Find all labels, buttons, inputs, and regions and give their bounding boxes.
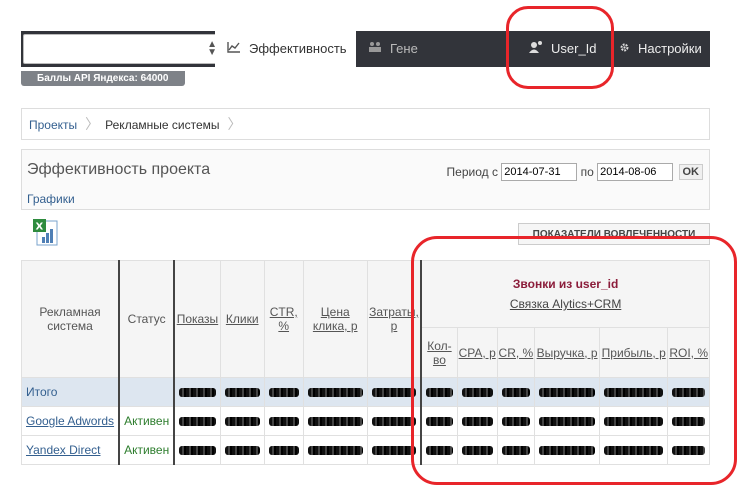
row-status: Активен (118, 435, 175, 465)
redacted-cell (263, 435, 304, 465)
redacted-cell (219, 435, 265, 465)
gear-icon (619, 31, 630, 67)
row-status: Активен (118, 406, 175, 436)
redacted-cell (173, 377, 221, 407)
project-panel: Эффективность проекта Графики Период с п… (21, 149, 710, 210)
tab-efficiency[interactable]: Эффективность (215, 31, 356, 67)
people-icon (368, 31, 382, 67)
date-from-input[interactable] (501, 163, 578, 181)
redacted-cell (302, 406, 368, 436)
redacted-cell (173, 406, 221, 436)
chart-line-icon (227, 31, 241, 67)
api-points-badge: Баллы API Яндекса: 64000 (21, 71, 185, 86)
row-status (118, 377, 175, 407)
breadcrumb-separator-icon: 〉 (85, 116, 100, 132)
charts-link[interactable]: Графики (27, 192, 75, 206)
highlight-user-id-annotation (506, 6, 614, 89)
tab-general[interactable]: Гене (356, 31, 421, 67)
breadcrumb-projects[interactable]: Проекты (29, 110, 77, 140)
page-title: Эффективность проекта (27, 161, 211, 178)
redacted-cell (219, 377, 265, 407)
period-filter: Период с по OK (447, 163, 703, 181)
redacted-cell (219, 406, 265, 436)
breadcrumb-separator-icon: 〉 (227, 116, 242, 132)
period-from-label: Период с (446, 165, 498, 179)
highlight-calls-annotation (411, 236, 737, 485)
tab-efficiency-label: Эффективность (249, 41, 347, 56)
period-to-label: по (580, 165, 594, 179)
row-system-link[interactable]: Google Adwords (21, 406, 120, 436)
col-impressions[interactable]: Показы (173, 260, 221, 378)
tab-settings-label: Настройки (638, 41, 702, 56)
excel-export-icon[interactable]: X (33, 219, 59, 247)
breadcrumb: Проекты 〉 Рекламные системы 〉 (21, 108, 710, 140)
project-select[interactable]: ▲ ▼ (23, 34, 226, 64)
tab-settings[interactable]: Настройки (613, 31, 710, 67)
ok-button[interactable]: OK (678, 164, 703, 180)
redacted-cell (263, 406, 304, 436)
row-system-link[interactable]: Yandex Direct (21, 435, 120, 465)
col-status: Статус (118, 260, 175, 378)
row-system-name: Итого (21, 377, 120, 407)
tab-general-label: Гене (390, 41, 418, 56)
svg-text:X: X (36, 222, 44, 233)
redacted-cell (263, 377, 304, 407)
date-to-input[interactable] (597, 163, 674, 181)
col-ctr[interactable]: CTR, % (263, 260, 304, 378)
col-cpc[interactable]: Цена клика, р (302, 260, 368, 378)
redacted-cell (302, 377, 368, 407)
col-clicks[interactable]: Клики (219, 260, 265, 378)
redacted-cell (173, 435, 221, 465)
col-system: Рекламная система (21, 260, 120, 378)
redacted-cell (302, 435, 368, 465)
breadcrumb-ad-systems: Рекламные системы (105, 118, 220, 132)
